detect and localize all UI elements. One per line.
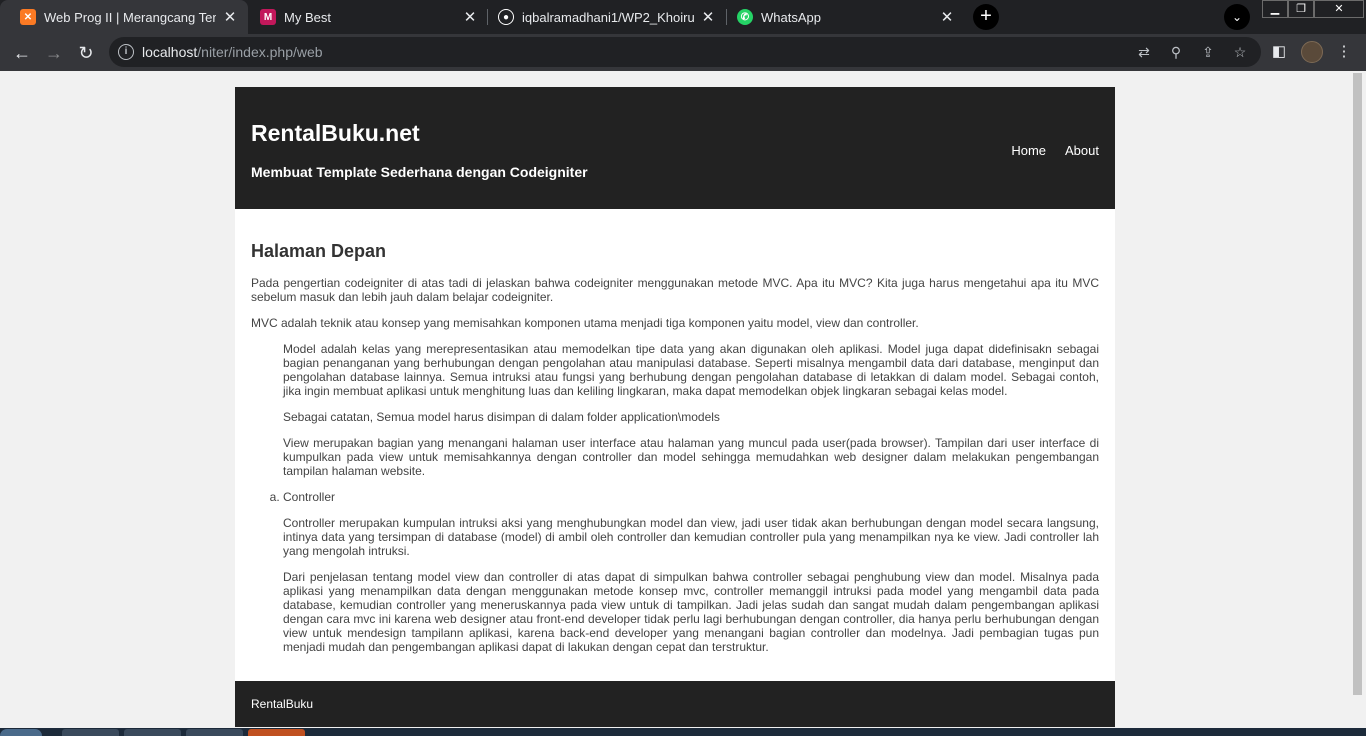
main-content: Halaman Depan Pada pengertian codeignite…	[235, 209, 1115, 681]
tab-web-prog[interactable]: ✕ Web Prog II | Merangcang Template ✕	[0, 0, 248, 34]
taskbar-app-xampp[interactable]	[248, 729, 305, 736]
page-scrollbar[interactable]	[1350, 71, 1366, 728]
paragraph-view: View merupakan bagian yang menangani hal…	[283, 436, 1099, 478]
site-info-icon[interactable]: i	[118, 44, 134, 60]
page-title: Halaman Depan	[251, 241, 387, 261]
nav-link-about[interactable]: About	[1065, 143, 1099, 158]
site-brand: RentalBuku.net	[251, 120, 420, 146]
translate-icon[interactable]: ⇄	[1136, 44, 1152, 60]
paragraph-note: Sebagai catatan, Semua model harus disim…	[283, 410, 720, 424]
paragraph-intro: Pada pengertian codeigniter di atas tadi…	[251, 276, 1099, 304]
minimize-button[interactable]: ▁	[1262, 0, 1288, 18]
menu-kebab-icon[interactable]: ⋮	[1336, 44, 1352, 60]
taskbar-app-chrome[interactable]	[62, 729, 119, 736]
close-tab-icon[interactable]: ✕	[462, 9, 478, 26]
new-tab-button[interactable]: +	[973, 4, 999, 30]
site-footer: RentalBuku	[235, 681, 1115, 727]
taskbar-app-explorer[interactable]	[124, 729, 181, 736]
side-panel-icon[interactable]: ◧	[1271, 44, 1287, 60]
site-tagline: Membuat Template Sederhana dengan Codeig…	[251, 164, 588, 180]
paragraph-model: Model adalah kelas yang merepresentasika…	[283, 342, 1099, 398]
tab-my-best[interactable]: M My Best ✕	[240, 0, 488, 34]
footer-text: RentalBuku	[251, 697, 314, 711]
browser-toolbar: ← → ↻ i localhost/niter/index.php/web ⇄ …	[0, 34, 1366, 71]
whatsapp-icon: ✆	[737, 9, 753, 25]
paragraph-conclusion: Dari penjelasan tentang model view dan c…	[283, 570, 1099, 654]
xampp-icon: ✕	[20, 9, 36, 25]
profile-avatar[interactable]	[1301, 41, 1323, 63]
close-tab-icon[interactable]: ✕	[700, 9, 716, 26]
reload-button[interactable]: ↻	[75, 42, 97, 64]
forward-button[interactable]: →	[43, 42, 65, 64]
taskbar-app-editor[interactable]	[186, 729, 243, 736]
url-text[interactable]: localhost/niter/index.php/web	[142, 44, 323, 60]
ordered-list: Controller	[251, 490, 1099, 504]
tab-search-button[interactable]: ⌄	[1224, 4, 1250, 30]
site-nav: Home About	[1011, 143, 1099, 158]
tab-title: Web Prog II | Merangcang Template	[44, 9, 216, 25]
back-button[interactable]: ←	[11, 42, 33, 64]
share-icon[interactable]: ⇪	[1200, 44, 1216, 60]
close-tab-icon[interactable]: ✕	[222, 9, 238, 26]
address-bar[interactable]: i localhost/niter/index.php/web ⇄ ⚲ ⇪ ☆	[109, 37, 1261, 67]
zoom-icon[interactable]: ⚲	[1168, 44, 1184, 60]
page-viewport: RentalBuku.net Membuat Template Sederhan…	[0, 71, 1350, 728]
maximize-button[interactable]: ❐	[1288, 0, 1314, 18]
tab-whatsapp[interactable]: ✆ WhatsApp ✕	[717, 0, 965, 34]
close-window-button[interactable]: ✕	[1314, 0, 1364, 18]
tab-title: iqbalramadhani1/WP2_KhoiruIqbal	[522, 9, 694, 25]
os-taskbar	[0, 728, 1366, 736]
bookmark-star-icon[interactable]: ☆	[1232, 44, 1248, 60]
list-item-controller: Controller	[283, 490, 1099, 504]
site-header: RentalBuku.net Membuat Template Sederhan…	[235, 87, 1115, 209]
paragraph-mvc: MVC adalah teknik atau konsep yang memis…	[251, 316, 919, 330]
tab-github[interactable]: ● iqbalramadhani1/WP2_KhoiruIqbal ✕	[478, 0, 726, 34]
close-tab-icon[interactable]: ✕	[939, 9, 955, 26]
github-icon: ●	[498, 9, 514, 25]
m-logo-icon: M	[260, 9, 276, 25]
scrollbar-thumb[interactable]	[1353, 73, 1362, 695]
tab-bar: ✕ Web Prog II | Merangcang Template ✕ M …	[0, 0, 1366, 34]
tab-title: My Best	[284, 9, 331, 25]
start-button[interactable]	[0, 729, 42, 736]
paragraph-controller: Controller merupakan kumpulan intruksi a…	[283, 516, 1099, 558]
tab-title: WhatsApp	[761, 9, 821, 25]
nav-link-home[interactable]: Home	[1011, 143, 1046, 158]
page-container: RentalBuku.net Membuat Template Sederhan…	[235, 87, 1115, 727]
